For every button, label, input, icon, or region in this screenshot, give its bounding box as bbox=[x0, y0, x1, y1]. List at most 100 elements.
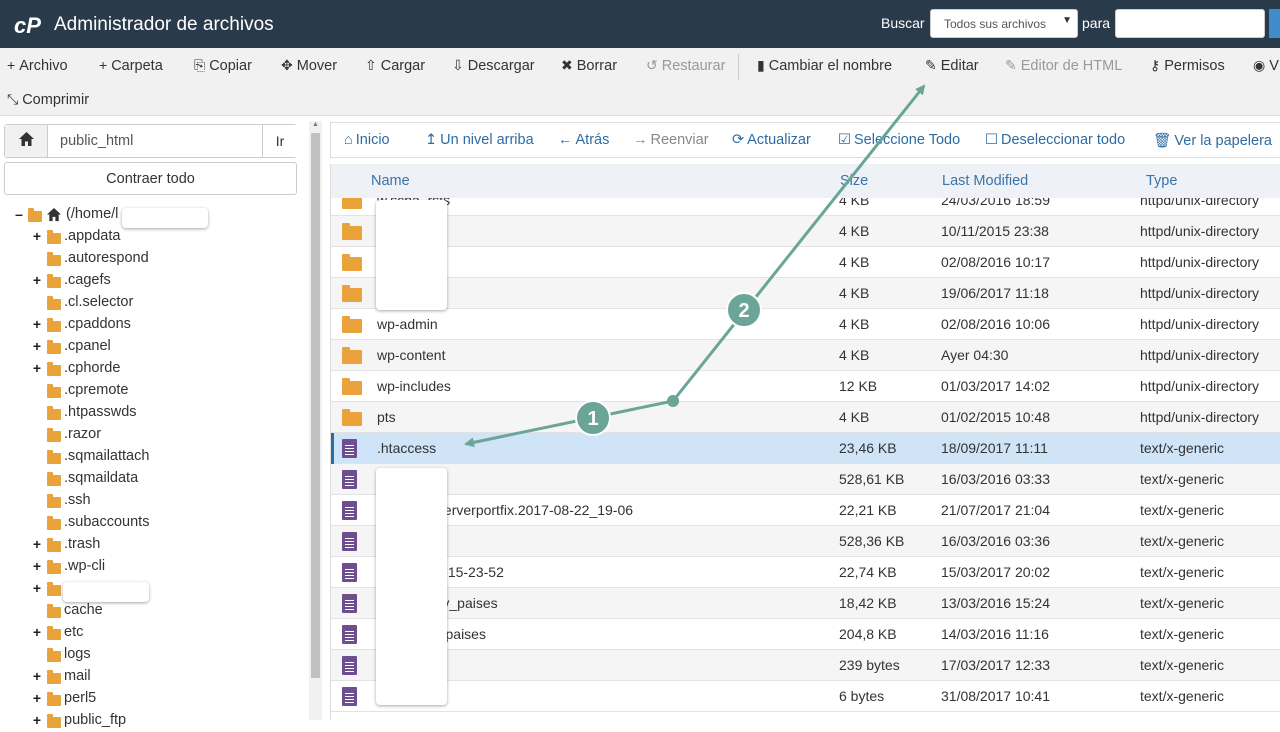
expand-plus-icon[interactable]: + bbox=[32, 228, 42, 244]
table-row[interactable]: w.scha..rsts4 KB24/03/2016 18:59httpd/un… bbox=[331, 198, 1280, 216]
tree-item[interactable]: .cl.selector bbox=[32, 294, 292, 314]
table-row[interactable]: 4 KB 10/11/2015 23:38 httpd/unix-directory bbox=[331, 216, 1280, 247]
toolbar-comprimir-button[interactable]: ⤡ Comprimir bbox=[7, 91, 89, 108]
table-row[interactable]: 4 KB 02/08/2016 10:17 httpd/unix-directory bbox=[331, 247, 1280, 278]
tree-item[interactable]: + mail bbox=[32, 668, 292, 688]
toolbar-v-button[interactable]: ◉ V bbox=[1253, 57, 1279, 74]
table-row[interactable]: wp-includes 12 KB 01/03/2017 14:02 httpd/un… bbox=[331, 371, 1280, 402]
tree-item[interactable]: + .wp-cli bbox=[32, 558, 292, 578]
table-row[interactable]: 6 bytes 31/08/2017 10:41 text/x-generic bbox=[331, 681, 1280, 712]
toolbar-cambiar-el-nombre-button[interactable]: ▮ Cambiar el nombre bbox=[757, 57, 892, 74]
tree-item[interactable]: + .cpanel bbox=[32, 338, 292, 358]
toolbar-archivo-button[interactable]: + Archivo bbox=[7, 57, 68, 74]
tree-item[interactable]: logs bbox=[32, 646, 292, 666]
table-row[interactable]: con_deny_paises204,8 KB14/03/2016 11:16t… bbox=[331, 619, 1280, 650]
nav-un-nivel-arriba-button[interactable]: ↥ Un nivel arriba bbox=[425, 132, 534, 148]
toolbar-copiar-button[interactable]: ⎘ Copiar bbox=[194, 57, 252, 74]
table-row[interactable]: .htaccess 23,46 KB 18/09/2017 11:11 text/x-… bbox=[331, 433, 1280, 464]
table-row[interactable]: 239 bytes 17/03/2017 12:33 text/x-generic bbox=[331, 650, 1280, 681]
expand-plus-icon[interactable]: + bbox=[32, 272, 42, 288]
tree-item[interactable]: .htpasswds bbox=[32, 404, 292, 424]
folder-icon bbox=[47, 582, 61, 596]
nav-actualizar-button[interactable]: ⟳ Actualizar bbox=[732, 132, 811, 148]
tree-item[interactable]: .razor bbox=[32, 426, 292, 446]
search-scope-select[interactable]: Todos sus archivos ▼ bbox=[930, 9, 1078, 38]
cpanel-logo-icon: cP bbox=[14, 13, 41, 38]
tree-item[interactable]: + public_ftp bbox=[32, 712, 292, 732]
toolbar-editar-button[interactable]: ✎ Editar bbox=[925, 57, 979, 74]
search-go-button[interactable] bbox=[1269, 9, 1280, 38]
expand-plus-icon[interactable]: + bbox=[32, 558, 42, 574]
home-button[interactable] bbox=[5, 125, 48, 157]
file-modified: 31/08/2017 10:41 bbox=[941, 688, 1050, 704]
path-go-button[interactable]: Ir bbox=[262, 125, 297, 157]
tree-scrollbar[interactable]: ▲ bbox=[309, 121, 322, 720]
redaction-box bbox=[376, 200, 447, 310]
column-modified-header[interactable]: Last Modified bbox=[942, 173, 1028, 189]
expand-plus-icon[interactable]: + bbox=[32, 580, 42, 596]
tree-item[interactable]: .sqmaildata bbox=[32, 470, 292, 490]
tree-item[interactable]: + .appdata bbox=[32, 228, 292, 248]
folder-icon bbox=[47, 450, 61, 464]
tree-item[interactable]: + .cpaddons bbox=[32, 316, 292, 336]
collapse-all-button[interactable]: Contraer todo bbox=[4, 162, 297, 195]
toolbar-carpeta-button[interactable]: + Carpeta bbox=[99, 57, 163, 74]
tree-scrollbar-thumb[interactable] bbox=[311, 133, 320, 678]
folder-icon bbox=[47, 648, 61, 662]
tree-item[interactable]: + .trash bbox=[32, 536, 292, 556]
table-row[interactable]: pts 4 KB 01/02/2015 10:48 httpd/unix-direct… bbox=[331, 402, 1280, 433]
table-row[interactable]: wp-content 4 KB Ayer 04:30 httpd/unix-direc… bbox=[331, 340, 1280, 371]
tree-item[interactable]: .subaccounts bbox=[32, 514, 292, 534]
expand-plus-icon[interactable]: + bbox=[32, 536, 42, 552]
tree-item[interactable]: .ssh bbox=[32, 492, 292, 512]
table-row[interactable]: wp-admin 4 KB 02/08/2016 10:06 httpd/unix-d… bbox=[331, 309, 1280, 340]
expand-plus-icon[interactable]: + bbox=[32, 624, 42, 640]
tree-item[interactable]: .cpremote bbox=[32, 382, 292, 402]
nav-reenviar-button[interactable]: → Reenviar bbox=[633, 132, 709, 148]
toolbar-cargar-button[interactable]: ⇧ Cargar bbox=[365, 57, 425, 74]
tree-item[interactable]: + perl5 bbox=[32, 690, 292, 710]
table-row[interactable]: old528,36 KB16/03/2016 03:36text/x-gener… bbox=[331, 526, 1280, 557]
nav-button-label: Reenviar bbox=[650, 132, 709, 148]
column-size-header[interactable]: Size bbox=[840, 173, 868, 189]
toolbar-editor-de-html-button[interactable]: ✎ Editor de HTML bbox=[1005, 57, 1122, 74]
toolbar-descargar-button[interactable]: ⇩ Descargar bbox=[452, 57, 535, 74]
nav-button-label: Inicio bbox=[355, 132, 390, 148]
tree-item[interactable]: .autorespond bbox=[32, 250, 292, 270]
nav-deseleccionar-todo-button[interactable]: ☐ Deseleccionar todo bbox=[985, 132, 1125, 148]
toolbar-mover-button[interactable]: ✥ Mover bbox=[281, 57, 337, 74]
tree-item-label: .htpasswds bbox=[64, 404, 137, 420]
nav-ver-la-papelera-button[interactable]: 🗑 Ver la papelera bbox=[1153, 132, 1272, 149]
nav-inicio-button[interactable]: ⌂ Inicio bbox=[344, 132, 390, 148]
table-row[interactable]: antes_deny_paises18,42 KB13/03/2016 15:2… bbox=[331, 588, 1280, 619]
table-row[interactable]: modlsapi.serverportfix.2017-08-22_19-06 2… bbox=[331, 495, 1280, 526]
table-row[interactable]: TPC4 KB19/06/2017 11:18httpd/unix-direct… bbox=[331, 278, 1280, 309]
expand-plus-icon[interactable]: + bbox=[32, 338, 42, 354]
nav-atrás-button[interactable]: ← Atrás bbox=[558, 132, 609, 148]
column-name-header[interactable]: Name bbox=[371, 173, 410, 189]
file-size: 528,61 KB bbox=[839, 471, 905, 487]
expand-plus-icon[interactable]: + bbox=[32, 690, 42, 706]
nav-seleccione-todo-button[interactable]: ☑ Seleccione Todo bbox=[838, 132, 960, 148]
tree-item[interactable]: + etc bbox=[32, 624, 292, 644]
path-input[interactable]: public_html bbox=[60, 133, 133, 149]
file-modified: 01/03/2017 14:02 bbox=[941, 378, 1050, 394]
file-modified: 10/11/2015 23:38 bbox=[941, 223, 1049, 239]
tree-item[interactable]: + .cphorde bbox=[32, 360, 292, 380]
tree-item[interactable]: cache bbox=[32, 602, 292, 622]
table-row[interactable]: ve2017-03-15-23-5222,74 KB15/03/2017 20:… bbox=[331, 557, 1280, 588]
collapse-toggle-icon[interactable]: – bbox=[14, 206, 24, 222]
expand-plus-icon[interactable]: + bbox=[32, 712, 42, 728]
expand-plus-icon[interactable]: + bbox=[32, 668, 42, 684]
tree-item[interactable]: .sqmailattach bbox=[32, 448, 292, 468]
tree-item[interactable]: + .cagefs bbox=[32, 272, 292, 292]
expand-plus-icon[interactable]: + bbox=[32, 316, 42, 332]
table-row[interactable]: leo528,61 KB16/03/2016 03:33text/x-gener… bbox=[331, 464, 1280, 495]
expand-plus-icon[interactable]: + bbox=[32, 360, 42, 376]
tree-item-label: .sqmaildata bbox=[64, 470, 139, 486]
toolbar-borrar-button[interactable]: ✖ Borrar bbox=[561, 57, 617, 74]
toolbar-restaurar-button[interactable]: ↺ Restaurar bbox=[646, 57, 725, 74]
search-input[interactable] bbox=[1115, 9, 1265, 38]
toolbar-permisos-button[interactable]: ⚷ Permisos bbox=[1150, 57, 1225, 74]
column-type-header[interactable]: Type bbox=[1146, 173, 1177, 189]
